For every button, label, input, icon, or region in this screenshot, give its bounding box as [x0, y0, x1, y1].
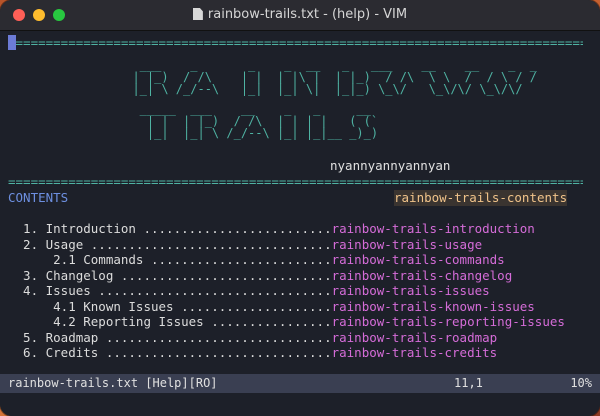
toc-item-2: 2. Usage ...............................… [8, 236, 483, 252]
window-title-wrap: rainbow-trails.txt - (help) - VIM [0, 0, 600, 30]
toc-link-commands[interactable]: rainbow-trails-commands [332, 252, 505, 267]
toc-link-issues[interactable]: rainbow-trails-issues [332, 283, 490, 298]
window-title: rainbow-trails.txt - (help) - VIM [207, 7, 408, 22]
toc-item-1: 1. Introduction ........................… [8, 221, 535, 236]
toc-link-credits[interactable]: rainbow-trails-credits [332, 345, 498, 360]
toc-link-introduction[interactable]: rainbow-trails-introduction [332, 221, 535, 236]
logo-line-3: |_| \ /_/--\ |_| |_| \| |_|_) \_\/ \_\/\… [118, 82, 523, 96]
toc-link-usage[interactable]: rainbow-trails-usage [332, 237, 483, 252]
toc-item-3: 3. Changelog ...........................… [8, 267, 513, 283]
toc-link-reporting-issues[interactable]: rainbow-trails-reporting-issues [332, 314, 565, 329]
separator-contents: ========================================… [8, 174, 583, 189]
cursor: = [8, 35, 16, 50]
status-cursor-position: 11,1 [454, 376, 483, 390]
toc-item-2-1: 2.1 Commands ........................rai… [8, 252, 505, 267]
title-bar: rainbow-trails.txt - (help) - VIM [0, 0, 600, 31]
command-line[interactable] [0, 393, 600, 416]
toc-link-known-issues[interactable]: rainbow-trails-known-issues [332, 299, 535, 314]
document-icon [192, 8, 203, 20]
status-scroll-percent: 10% [570, 376, 592, 390]
logo-line-6: |_| |_| \ /_/--\ |_| |_|__ _)_) [118, 126, 379, 140]
toc-link-changelog[interactable]: rainbow-trails-changelog [332, 268, 513, 283]
contents-heading: CONTENTS [8, 190, 69, 205]
vim-window: rainbow-trails.txt - (help) - VIM ======… [0, 0, 600, 416]
separator-top: ========================================… [8, 35, 583, 50]
contents-tag[interactable]: rainbow-trails-contents [394, 190, 568, 206]
toc-link-roadmap[interactable]: rainbow-trails-roadmap [332, 330, 498, 345]
author-line: nyannyannyannyan [330, 158, 451, 173]
toc-item-6: 6. Credits .............................… [8, 345, 498, 360]
toc-item-4-2: 4.2 Reporting Issues ................rai… [8, 314, 565, 329]
toc-item-5: 5. Roadmap .............................… [8, 329, 498, 345]
status-filename: rainbow-trails.txt [Help][RO] [8, 376, 218, 390]
status-line: rainbow-trails.txt [Help][RO] 11,1 10% [0, 374, 600, 393]
toc-item-4-1: 4.1 Known Issues ....................rai… [8, 298, 535, 314]
help-buffer[interactable]: ========================================… [0, 31, 600, 373]
toc-item-4: 4. Issues ..............................… [8, 283, 490, 298]
